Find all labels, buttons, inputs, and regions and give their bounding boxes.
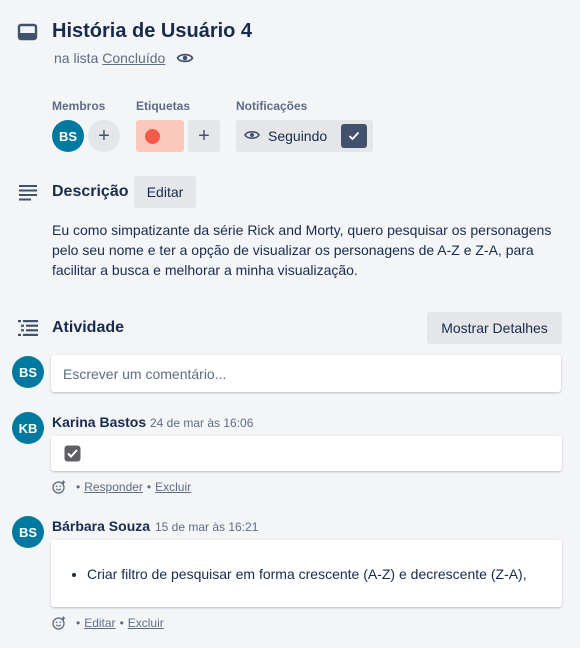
description-title: Descrição xyxy=(52,183,129,200)
eye-icon xyxy=(244,128,260,145)
labels-label: Etiquetas xyxy=(136,99,191,113)
comment-author[interactable]: Bárbara Souza xyxy=(52,518,150,534)
checkbox-checked-icon xyxy=(64,445,81,467)
action-separator: • xyxy=(76,616,81,630)
current-user-avatar[interactable]: BS xyxy=(12,356,44,388)
members-label: Membros xyxy=(52,99,106,113)
comment-author[interactable]: Karina Bastos xyxy=(52,414,146,430)
comment-input[interactable]: Escrever um comentário... xyxy=(51,355,561,392)
comment-avatar[interactable]: BS xyxy=(12,516,44,548)
add-reaction-icon[interactable] xyxy=(52,480,66,494)
edit-description-button[interactable]: Editar xyxy=(134,176,196,208)
card-title[interactable]: História de Usuário 4 xyxy=(52,20,252,43)
delete-link[interactable]: Excluir xyxy=(128,616,164,630)
follow-button-label: Seguindo xyxy=(268,128,328,144)
description-icon xyxy=(18,183,40,201)
comment-actions: • Editar • Excluir xyxy=(52,616,164,630)
in-list-prefix: na lista xyxy=(54,50,99,66)
add-label-button[interactable]: + xyxy=(188,120,220,152)
label-color-dot xyxy=(145,128,160,144)
action-separator: • xyxy=(76,480,81,494)
list-breadcrumb: na lista Concluído xyxy=(54,50,165,66)
list-link[interactable]: Concluído xyxy=(102,50,165,66)
watching-eye-icon xyxy=(176,50,194,66)
comment-list: Criar filtro de pesquisar em forma cresc… xyxy=(67,566,527,582)
check-icon xyxy=(341,124,368,148)
comment-avatar[interactable]: KB xyxy=(12,412,44,444)
action-separator: • xyxy=(146,480,152,494)
comment-date[interactable]: 24 de mar às 16:06 xyxy=(150,416,253,430)
comment-actions: • Responder • Excluir xyxy=(52,480,191,494)
list-item: Criar filtro de pesquisar em forma cresc… xyxy=(87,566,527,582)
member-avatar[interactable]: BS xyxy=(52,120,84,152)
delete-link[interactable]: Excluir xyxy=(155,480,191,494)
comment-date[interactable]: 15 de mar às 16:21 xyxy=(155,520,258,534)
add-member-button[interactable]: + xyxy=(88,120,120,152)
notifications-label: Notificações xyxy=(236,99,308,113)
reply-link[interactable]: Responder xyxy=(84,480,143,494)
description-text[interactable]: Eu como simpatizante da série Rick and M… xyxy=(52,220,560,280)
comment-body xyxy=(51,436,562,471)
edit-link[interactable]: Editar xyxy=(84,616,115,630)
label-chip-red[interactable] xyxy=(136,120,184,152)
add-reaction-icon[interactable] xyxy=(52,616,66,630)
card-icon xyxy=(17,22,39,42)
activity-title: Atividade xyxy=(52,319,125,336)
action-separator: • xyxy=(119,616,124,630)
show-details-button[interactable]: Mostrar Detalhes xyxy=(427,312,562,344)
comment-body: Criar filtro de pesquisar em forma cresc… xyxy=(51,540,562,607)
activity-icon xyxy=(17,319,39,337)
follow-button[interactable]: Seguindo xyxy=(236,120,374,152)
